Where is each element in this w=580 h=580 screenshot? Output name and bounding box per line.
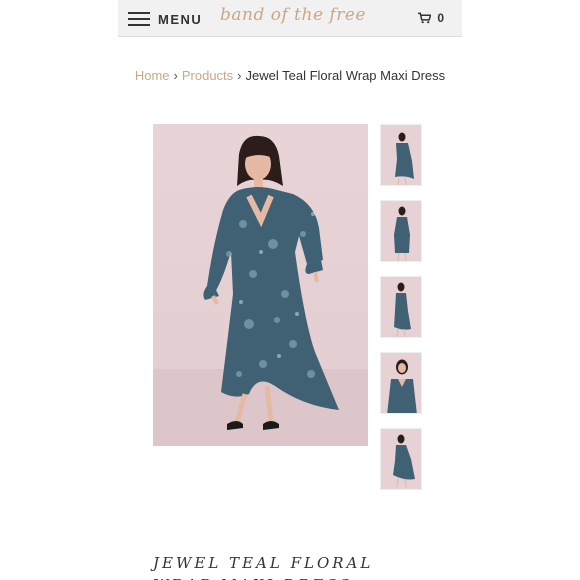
thumbnail-3[interactable] [380,276,422,338]
breadcrumb-home[interactable]: Home [135,68,170,83]
menu-button[interactable]: MENU [128,9,202,29]
thumbnail-list [380,124,422,504]
hamburger-icon[interactable] [128,12,150,26]
thumbnail-1[interactable] [380,124,422,186]
breadcrumb: Home › Products › Jewel Teal Floral Wrap Max… [118,63,462,88]
page-frame: MENU band of the free 0 Home › Products › Je… [118,0,462,580]
chevron-right-icon: › [237,68,242,83]
thumbnail-2[interactable] [380,200,422,262]
cart-button[interactable]: 0 [418,11,444,25]
menu-label: MENU [158,11,203,27]
site-logo[interactable]: band of the free [220,5,366,25]
dress-model-illustration [153,135,368,446]
breadcrumb-products[interactable]: Products [182,68,233,83]
cart-icon [418,12,432,24]
product-main-image[interactable] [153,124,368,446]
thumbnail-4[interactable] [380,352,422,414]
thumbnail-5[interactable] [380,428,422,490]
breadcrumb-current: Jewel Teal Floral Wrap Maxi Dress [245,68,446,83]
cart-count: 0 [437,11,444,25]
site-header: MENU band of the free 0 [118,0,462,37]
chevron-right-icon: › [173,68,178,83]
product-title: JEWEL TEAL FLORAL WRAP MAXI DRESS [153,554,374,580]
